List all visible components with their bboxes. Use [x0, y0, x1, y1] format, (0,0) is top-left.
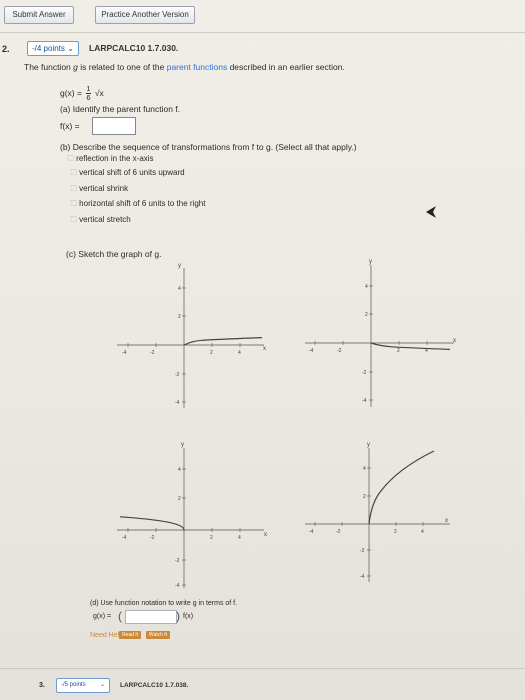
- tick-label: -4: [122, 350, 127, 356]
- tick-label: 4: [178, 286, 181, 292]
- tick-label: 4: [421, 529, 424, 535]
- y-axis-label: y: [181, 442, 184, 448]
- divider: [0, 668, 525, 669]
- tick-label: -4: [175, 400, 180, 406]
- checkbox-icon: ☐: [70, 168, 78, 177]
- y-axis-label: y: [178, 263, 181, 269]
- part-b-label: (b) Describe the sequence of transformat…: [60, 142, 357, 152]
- tick-label: 2: [365, 312, 368, 318]
- question-code: LARPCALC10 1.7.038.: [120, 682, 189, 689]
- tick-label: 4: [238, 350, 241, 356]
- tick-label: -4: [175, 583, 180, 589]
- tick-label: -2: [175, 372, 180, 378]
- checkbox-icon: ☐: [67, 154, 75, 163]
- tick-label: 2: [363, 494, 366, 500]
- practice-another-version-button[interactable]: Practice Another Version: [95, 6, 195, 24]
- part-d-label: (d) Use function notation to write g in …: [90, 600, 238, 607]
- option-checkbox[interactable]: ☐ horizontal shift of 6 units to the righ…: [70, 199, 205, 208]
- graph-option-3[interactable]: y x -4 -2 2 4 4 2 -2 -4: [112, 440, 272, 590]
- tick-label: -2: [175, 558, 180, 564]
- y-axis-label: y: [369, 259, 372, 265]
- option-checkbox[interactable]: ☐ vertical stretch: [70, 215, 131, 224]
- part-d-input[interactable]: [125, 610, 177, 624]
- part-d-rhs: f(x): [183, 613, 194, 620]
- tick-label: -4: [360, 574, 365, 580]
- checkbox-icon: ☐: [70, 199, 78, 208]
- parent-function-input[interactable]: [92, 117, 136, 135]
- part-d-lhs: g(x) =: [93, 613, 112, 620]
- chevron-down-icon: ⌄: [99, 682, 105, 688]
- given-function: g(x) = 1 6 √x: [60, 84, 104, 102]
- x-axis-label: x: [264, 532, 267, 538]
- tick-label: 4: [425, 348, 428, 354]
- tick-label: 2: [394, 529, 397, 535]
- tick-label: -2: [336, 529, 341, 535]
- tick-label: -4: [122, 535, 127, 541]
- watch-it-button[interactable]: Watch It: [146, 631, 170, 639]
- tick-label: 2: [178, 496, 181, 502]
- graph-option-4[interactable]: y x -4 -2 2 4 4 2 -2 -4: [300, 440, 460, 585]
- points-dropdown[interactable]: -/4 points ⌄: [27, 41, 79, 56]
- mouse-cursor-icon: [426, 206, 436, 218]
- checkbox-icon: ☐: [70, 184, 78, 193]
- question-intro: The function g is related to one of the …: [24, 62, 345, 72]
- part-a-lhs: f(x) =: [60, 121, 80, 131]
- x-axis-label: x: [445, 518, 448, 524]
- left-paren: (: [118, 609, 122, 623]
- tick-label: 4: [238, 535, 241, 541]
- tick-label: 2: [210, 350, 213, 356]
- x-axis-label: x: [263, 346, 266, 352]
- tick-label: 4: [365, 284, 368, 290]
- question-number: 2.: [2, 44, 10, 54]
- tick-label: -2: [360, 548, 365, 554]
- question-code: LARPCALC10 1.7.030.: [89, 43, 179, 53]
- y-axis-label: y: [367, 442, 370, 448]
- tick-label: -4: [362, 398, 367, 404]
- tick-label: 2: [178, 314, 181, 320]
- read-it-button[interactable]: Read It: [119, 631, 141, 639]
- tick-label: 2: [397, 348, 400, 354]
- points-label: -/5 points: [61, 682, 86, 688]
- checkbox-icon: ☐: [70, 215, 78, 224]
- chevron-down-icon: ⌄: [67, 44, 74, 53]
- question-number: 3.: [39, 682, 45, 689]
- tick-label: -4: [309, 348, 314, 354]
- submit-answer-button[interactable]: Submit Answer: [4, 6, 74, 24]
- tick-label: -4: [309, 529, 314, 535]
- tick-label: -2: [150, 535, 155, 541]
- tick-label: 2: [210, 535, 213, 541]
- tick-label: -2: [150, 350, 155, 356]
- option-checkbox[interactable]: ☐ vertical shift of 6 units upward: [70, 168, 185, 177]
- graph-option-2[interactable]: y x -4 -2 2 4 4 2 -2 -4: [300, 255, 460, 413]
- x-axis-label: x: [453, 338, 456, 344]
- webassign-page: Submit Answer Practice Another Version 2…: [0, 0, 525, 700]
- points-dropdown[interactable]: -/5 points ⌄: [56, 678, 110, 693]
- tick-label: 4: [178, 467, 181, 473]
- right-paren: ): [176, 609, 180, 623]
- tick-label: 4: [363, 466, 366, 472]
- option-checkbox[interactable]: ☐ vertical shrink: [70, 184, 128, 193]
- graph-option-1[interactable]: y x -4 -2 2 4 4 2 -2 -4: [112, 258, 272, 413]
- points-label: -/4 points: [32, 44, 65, 53]
- divider: [0, 32, 525, 33]
- tick-label: -2: [337, 348, 342, 354]
- tick-label: -2: [362, 370, 367, 376]
- option-checkbox[interactable]: ☐ reflection in the x-axis: [67, 154, 154, 163]
- parent-functions-link[interactable]: parent functions: [167, 62, 227, 72]
- part-a-label: (a) Identify the parent function f.: [60, 104, 181, 114]
